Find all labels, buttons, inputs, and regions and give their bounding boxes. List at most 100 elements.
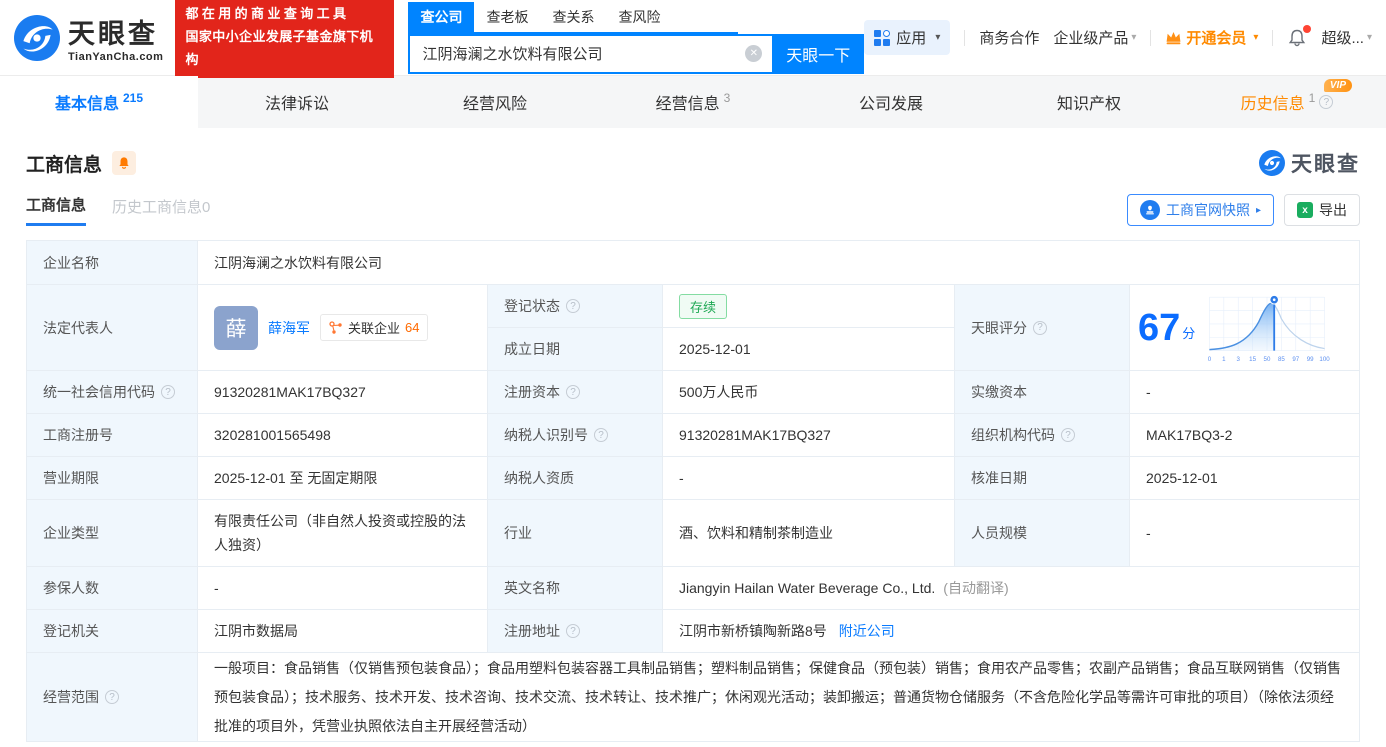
svg-text:3: 3 [1237,355,1241,362]
top-menu: 应用 ▾ 商务合作 企业级产品 ▾ 开通会员 ▾ 超级... [864,20,1372,55]
subtab-business-info[interactable]: 工商信息 [26,194,86,226]
search-tab-risk[interactable]: 查风险 [606,2,672,32]
menu-vip[interactable]: 开通会员 ▾ [1165,27,1258,48]
monitor-bell-icon[interactable] [112,151,136,175]
tab-history-info[interactable]: VIP 历史信息 1 ? [1188,76,1386,128]
company-nav-tabs: 基本信息 215 法律诉讼 经营风险 经营信息 3 公司发展 知识产权 VIP … [0,75,1386,128]
search-tab-relation[interactable]: 查关系 [540,2,606,32]
apps-grid-icon [874,30,890,46]
paid-capital-value: - [1146,384,1151,400]
tab-business-info[interactable]: 经营信息 3 [594,76,792,128]
business-scope-value: 一般项目：食品销售（仅销售预包装食品）；食品用塑料包装容器工具制品销售；塑料制品… [214,654,1343,741]
watermark-logo: 天眼查 [1259,148,1360,178]
related-companies-badge[interactable]: 关联企业 64 [320,314,428,341]
user-menu[interactable]: 超级... ▾ [1321,27,1372,48]
promo-line2: 国家中小企业发展子基金旗下机构 [185,26,384,72]
insured-count-value: - [214,580,219,596]
staff-size-label: 人员规模 [971,523,1027,543]
staff-size-value: - [1146,525,1151,541]
company-name-value: 江阴海澜之水饮料有限公司 [214,253,382,273]
score-label: 天眼评分 [971,318,1027,338]
tianyancha-logo[interactable]: 天眼查 TianYanCha.com [14,12,163,63]
search-tabs: 查公司 查老板 查关系 查风险 [408,2,738,34]
subtab-label: 历史工商信息 [112,199,202,216]
logo-name: 天眼查 [68,12,163,51]
help-icon[interactable]: ? [594,428,608,442]
company-type-label: 企业类型 [43,523,99,543]
avatar[interactable]: 薛 [214,306,258,350]
help-icon[interactable]: ? [105,690,119,704]
help-icon[interactable]: ? [1319,95,1333,109]
english-name-value: Jiangyin Hailan Water Beverage Co., Ltd. [679,580,935,596]
paid-capital-label: 实缴资本 [971,382,1027,402]
reg-number-label: 工商注册号 [43,425,113,445]
search-input[interactable] [410,45,772,62]
stamp-icon [1140,200,1160,220]
help-icon[interactable]: ? [566,299,580,313]
export-label: 导出 [1319,200,1347,220]
section-title: 工商信息 [26,150,102,177]
notification-dot [1303,25,1311,33]
official-snapshot-button[interactable]: 工商官网快照 ▸ [1127,194,1274,226]
subtab-history-business-info[interactable]: 历史工商信息0 [112,196,210,225]
establish-date-value: 2025-12-01 [679,341,751,357]
help-icon[interactable]: ? [161,385,175,399]
taxpayer-quality-label: 纳税人资质 [504,468,574,488]
help-icon[interactable]: ? [1033,321,1047,335]
help-icon[interactable]: ? [566,624,580,638]
table-row: 企业类型 有限责任公司（非自然人投资或控股的法人独资） 行业 酒、饮料和精制茶制… [27,500,1360,567]
vip-badge: VIP [1324,79,1352,92]
related-label: 关联企业 [348,318,400,337]
divider [1272,30,1273,46]
search-button[interactable]: 天眼一下 [772,34,864,74]
tab-company-development[interactable]: 公司发展 [792,76,990,128]
reg-authority-value: 江阴市数据局 [214,621,298,641]
tab-label: 法律诉讼 [265,90,329,114]
related-count: 64 [405,320,419,335]
table-row: 企业名称 江阴海澜之水饮料有限公司 [27,241,1360,285]
industry-value: 酒、饮料和精制茶制造业 [679,523,833,543]
tab-legal-proceedings[interactable]: 法律诉讼 [198,76,396,128]
org-code-label: 组织机构代码 [971,425,1055,445]
search-tab-company[interactable]: 查公司 [408,2,474,32]
reg-address-value: 江阴市新桥镇陶新路8号 [679,621,827,641]
chevron-down-icon: ▾ [935,32,940,43]
help-icon[interactable]: ? [1061,428,1075,442]
search-area: 查公司 查老板 查关系 查风险 ✕ 天眼一下 [408,2,864,74]
credit-code-label: 统一社会信用代码 [43,382,155,402]
notification-bell-icon[interactable] [1287,28,1307,48]
tab-label: 经营信息 [656,90,720,114]
taxpayer-id-value: 91320281MAK17BQ327 [679,427,831,443]
tab-count: 1 [1309,91,1316,105]
reg-capital-label: 注册资本 [504,382,560,402]
section-header: 工商信息 天眼查 [0,128,1386,184]
business-scope-label: 经营范围 [43,687,99,707]
help-icon[interactable]: ? [566,385,580,399]
score-unit: 分 [1182,323,1195,347]
arrow-right-icon: ▸ [1256,205,1261,216]
table-row: 经营范围 ? 一般项目：食品销售（仅销售预包装食品）；食品用塑料包装容器工具制品… [27,653,1360,742]
table-row: 法定代表人 薛 薛海军 关联企业 64 登记状态 ? 存 [27,285,1360,371]
search-tab-boss[interactable]: 查老板 [474,2,540,32]
tab-operational-risk[interactable]: 经营风险 [396,76,594,128]
menu-business-cooperation[interactable]: 商务合作 [979,27,1039,48]
business-term-label: 营业期限 [43,468,99,488]
table-row: 统一社会信用代码 ? 91320281MAK17BQ327 注册资本 ? 500… [27,371,1360,414]
score-cell[interactable]: 67 分 [1130,285,1360,371]
vip-label: 开通会员 [1186,27,1246,48]
user-label: 超级... [1321,27,1364,48]
menu-enterprise-products[interactable]: 企业级产品 ▾ [1053,27,1136,48]
tab-label: 知识产权 [1057,90,1121,114]
apps-label: 应用 [896,27,926,48]
legal-rep-name-link[interactable]: 薛海军 [268,318,310,338]
export-button[interactable]: x 导出 [1284,194,1360,226]
score-value: 67 [1138,309,1180,347]
nearby-companies-link[interactable]: 附近公司 [839,621,895,641]
tab-basic-info[interactable]: 基本信息 215 [0,76,198,128]
legal-rep-label: 法定代表人 [43,318,113,338]
tab-count: 215 [123,91,143,105]
tab-intellectual-property[interactable]: 知识产权 [990,76,1188,128]
approval-date-value: 2025-12-01 [1146,470,1218,486]
apps-menu[interactable]: 应用 ▾ [864,20,950,55]
watermark-text: 天眼查 [1291,148,1360,178]
